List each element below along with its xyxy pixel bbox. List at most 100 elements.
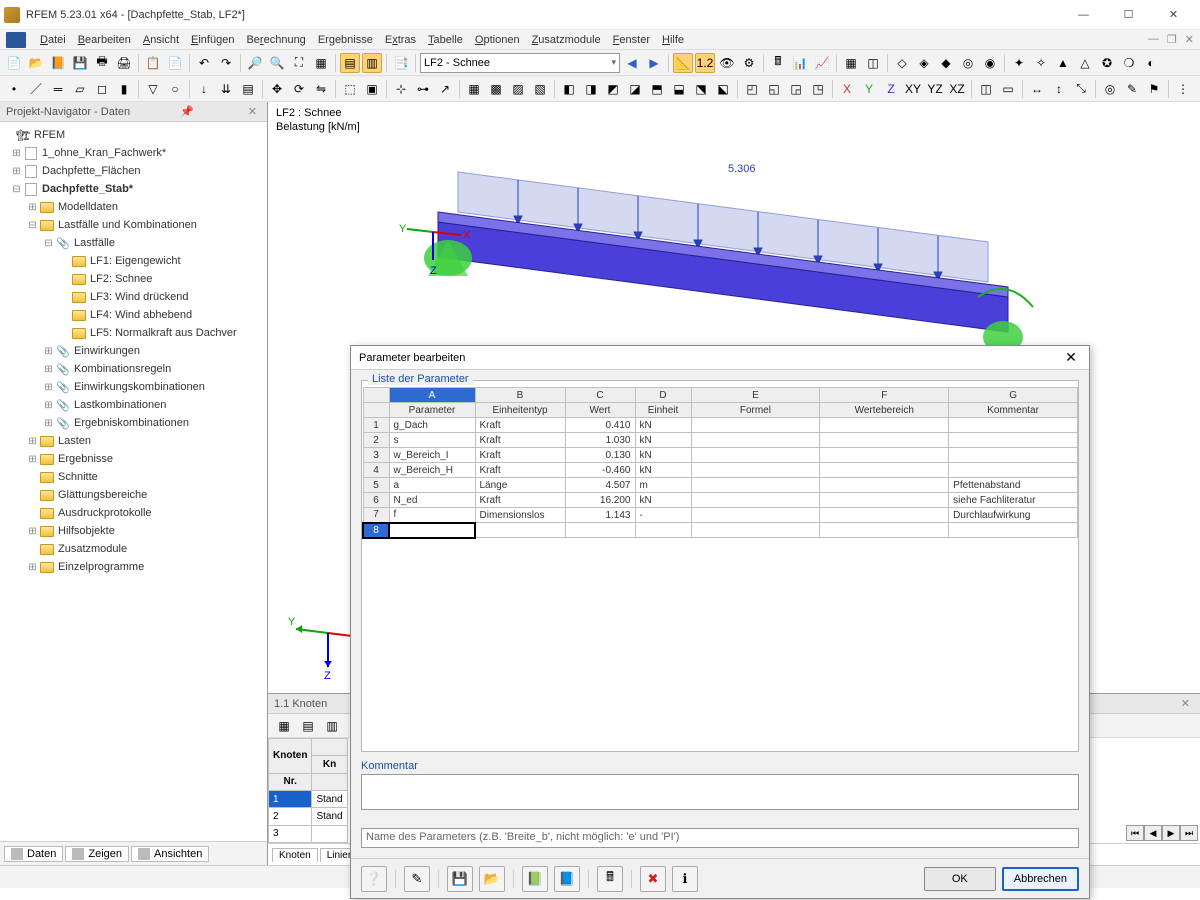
navtab-ansichten[interactable]: Ansichten [131,846,209,862]
copy-icon[interactable]: 📋 [143,53,163,73]
calculate-icon[interactable]: 🖩 [768,53,788,73]
load-line-icon[interactable]: ⇊ [216,79,236,99]
tool-d-icon[interactable]: △ [1075,53,1095,73]
grid5-icon[interactable]: ▩ [486,79,506,99]
calc-icon[interactable]: 🖩 [597,866,623,892]
table-prev-button[interactable]: ◀ [1144,825,1162,841]
axis-xz-icon[interactable]: XZ [947,79,967,99]
module1-icon[interactable]: ◇ [892,53,912,73]
misc2-icon[interactable]: ✎ [1122,79,1142,99]
render1-icon[interactable]: ◫ [976,79,996,99]
zoom-fit-icon[interactable]: 🔍 [267,53,287,73]
workplane-icon[interactable]: ◫ [863,53,883,73]
load-node-icon[interactable]: ↓ [194,79,214,99]
paste-icon[interactable]: 📄 [165,53,185,73]
undo-icon[interactable]: ↶ [194,53,214,73]
opening-icon[interactable]: ◻ [92,79,112,99]
menu-hilfe[interactable]: Hilfe [656,32,690,48]
kommentar-input[interactable] [361,774,1079,810]
menu-einfuegen[interactable]: Einfügen [185,32,240,48]
rotate-icon[interactable]: ⟳ [289,79,309,99]
view1-icon[interactable]: ◰ [742,79,762,99]
select2-icon[interactable]: ▣ [362,79,382,99]
parameter-table[interactable]: A B C D E F G Parameter Einheitentyp Wer… [362,387,1078,539]
mdi-restore-icon[interactable]: ❐ [1167,33,1177,46]
view4-icon[interactable]: ◳ [808,79,828,99]
le-icon[interactable]: ⬒ [647,79,667,99]
dim1-icon[interactable]: ↔ [1027,79,1047,99]
misc1-icon[interactable]: ◎ [1100,79,1120,99]
knoten-table[interactable]: Knoten Kn Nr. 1Stand 2Stand 3 [268,738,348,843]
lc-icon[interactable]: ◩ [603,79,623,99]
line-icon[interactable]: ／ [26,79,46,99]
move-icon[interactable]: ✥ [267,79,287,99]
ok-button[interactable]: OK [924,867,996,891]
navigator-icon[interactable]: ▥ [362,53,382,73]
support-icon[interactable]: ▽ [143,79,163,99]
open-icon[interactable]: 📂 [26,53,46,73]
print-icon[interactable]: 🖨 [114,53,134,73]
view3-icon[interactable]: ◲ [786,79,806,99]
menu-datei[interactable]: Datei [34,32,72,48]
prev-loadcase-icon[interactable]: ◀ [622,53,642,73]
ktool1-icon[interactable]: ▦ [274,716,294,736]
ktool2-icon[interactable]: ▤ [298,716,318,736]
zoom-window-icon[interactable]: ⛶ [289,53,309,73]
maximize-button[interactable]: ☐ [1106,1,1151,29]
edit-icon[interactable]: ✎ [404,866,430,892]
grid-icon[interactable]: ▦ [841,53,861,73]
close-button[interactable]: ✕ [1151,1,1196,29]
table-icon[interactable]: ▤ [340,53,360,73]
axis-y-icon[interactable]: Y [859,79,879,99]
node-icon[interactable]: • [4,79,24,99]
view-icon[interactable]: ▦ [311,53,331,73]
ld-icon[interactable]: ◪ [625,79,645,99]
lb-icon[interactable]: ◨ [581,79,601,99]
hinge-icon[interactable]: ○ [165,79,185,99]
show-values-icon[interactable]: 1.2 [695,53,715,73]
result-diagram-icon[interactable]: 📈 [812,53,832,73]
navigator-tree[interactable]: 🏗RFEM ⊞1_ohne_Kran_Fachwerk* ⊞Dachpfette… [0,122,267,841]
menu-zusatzmodule[interactable]: Zusatzmodule [526,32,607,48]
open-dlg-icon[interactable]: 📂 [479,866,505,892]
table-next-button[interactable]: ▶ [1162,825,1180,841]
menu-ergebnisse[interactable]: Ergebnisse [312,32,379,48]
lf-icon[interactable]: ⬓ [669,79,689,99]
help-icon[interactable]: ❔ [361,866,387,892]
save-icon[interactable]: 💾 [70,53,90,73]
save-all-icon[interactable]: 🖶 [92,53,112,73]
mdi-minimize-icon[interactable]: — [1148,33,1159,46]
module3-icon[interactable]: ◆ [936,53,956,73]
cancel-button[interactable]: Abbrechen [1002,867,1079,891]
dim2-icon[interactable]: ↕ [1049,79,1069,99]
menu-tabelle[interactable]: Tabelle [422,32,469,48]
redo-icon[interactable]: ↷ [216,53,236,73]
dim3-icon[interactable]: ⤡ [1071,79,1091,99]
table-close-icon[interactable]: ✕ [1177,697,1194,710]
menu-optionen[interactable]: Optionen [469,32,526,48]
report-icon[interactable]: 📑 [391,53,411,73]
menu-bearbeiten[interactable]: Bearbeiten [72,32,137,48]
ktool3-icon[interactable]: ▥ [322,716,342,736]
grid7-icon[interactable]: ▧ [530,79,550,99]
loadcase-dropdown[interactable]: LF2 - Schnee ▾ [420,53,620,73]
member-icon[interactable]: ═ [48,79,68,99]
la-icon[interactable]: ◧ [559,79,579,99]
excel-import-icon[interactable]: 📘 [554,866,580,892]
menu-berechnung[interactable]: Berechnung [240,32,311,48]
menu-ansicht[interactable]: Ansicht [137,32,185,48]
view2-icon[interactable]: ◱ [764,79,784,99]
tool-c-icon[interactable]: ▲ [1053,53,1073,73]
misc3-icon[interactable]: ⚑ [1144,79,1164,99]
grid6-icon[interactable]: ▨ [508,79,528,99]
dialog-close-icon[interactable]: ✕ [1061,349,1081,366]
show-loads-icon[interactable]: 📐 [673,53,693,73]
lh-icon[interactable]: ⬕ [713,79,733,99]
grid4-icon[interactable]: ▦ [464,79,484,99]
pin-icon[interactable]: 📌 [176,105,198,118]
loads-values-icon[interactable]: ⚙ [739,53,759,73]
connect-icon[interactable]: ⊶ [413,79,433,99]
eye-icon[interactable]: 👁 [717,53,737,73]
lg-icon[interactable]: ⬔ [691,79,711,99]
panel-close-icon[interactable]: ✕ [244,105,261,118]
